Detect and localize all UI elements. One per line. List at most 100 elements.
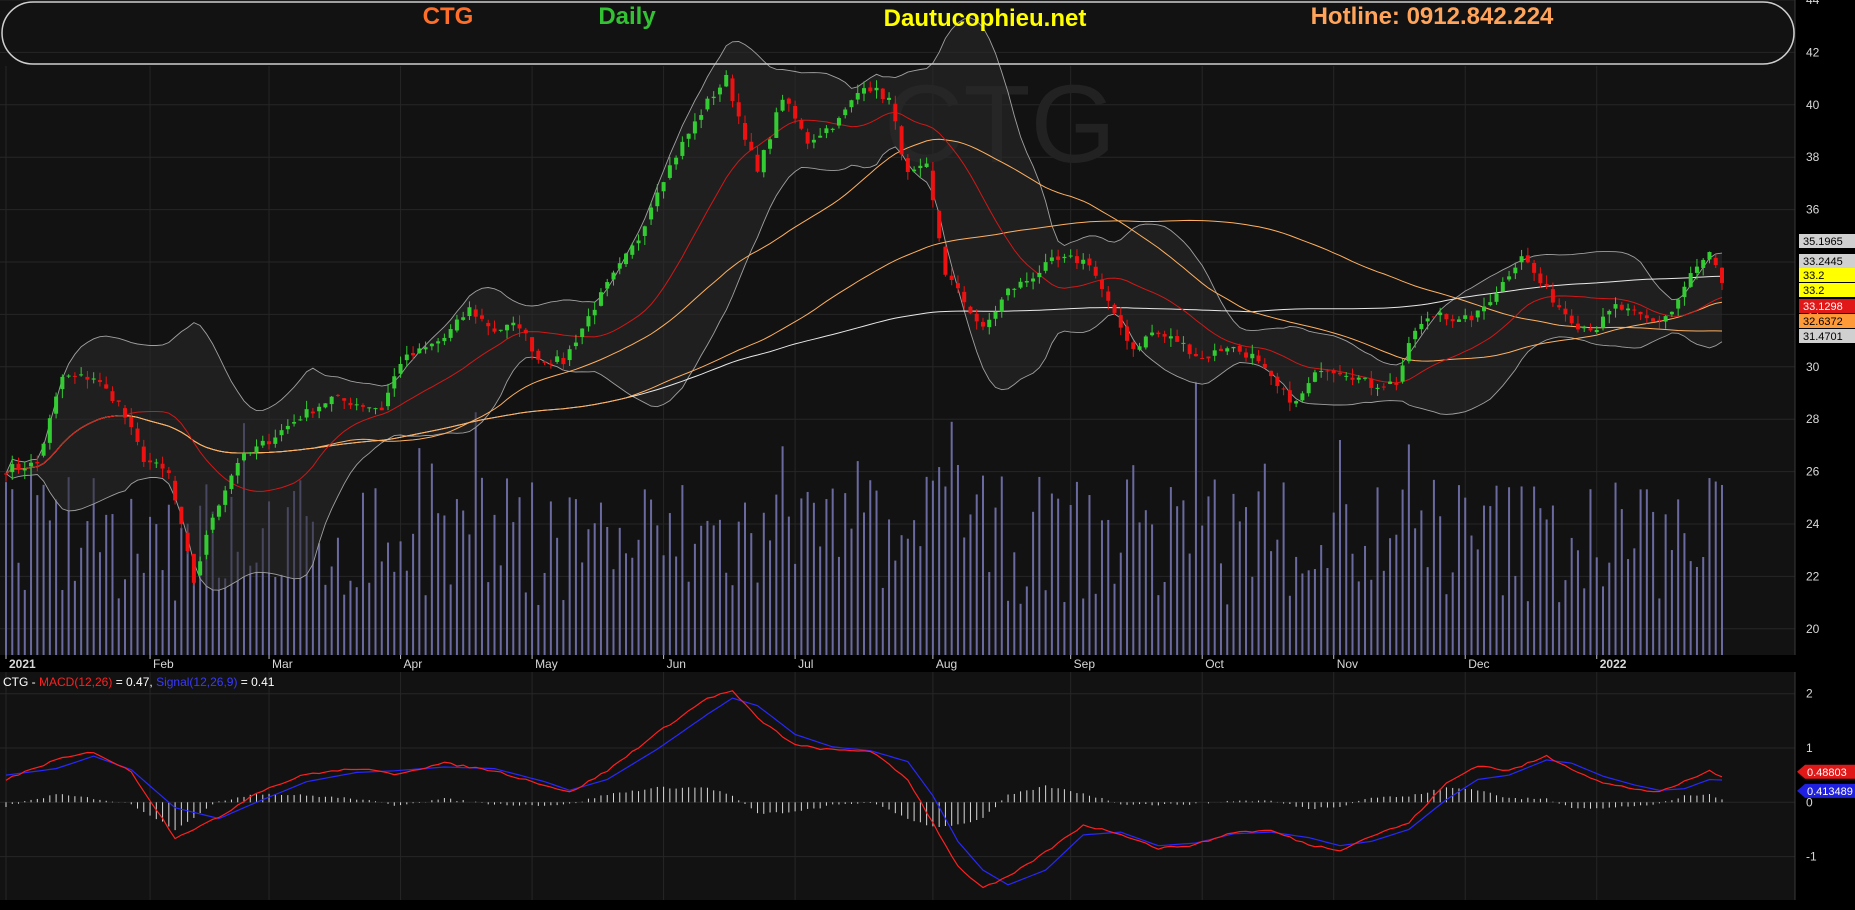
candle-down <box>135 428 140 442</box>
candle-up <box>1312 372 1317 382</box>
volume-bar <box>643 489 646 655</box>
candle-down <box>793 105 798 119</box>
volume-bar <box>1132 465 1135 655</box>
candle-up <box>41 443 46 456</box>
volume-bar <box>650 499 653 655</box>
volume-bar <box>1082 598 1085 655</box>
volume-bar <box>1702 557 1705 655</box>
candle-up <box>843 109 848 116</box>
volume-bar <box>1075 481 1078 655</box>
volume-bar <box>906 538 909 655</box>
candle-up <box>1037 272 1042 278</box>
candle-down <box>1619 304 1624 310</box>
volume-bar <box>149 516 152 655</box>
volume-bar <box>850 528 853 655</box>
candle-up <box>1018 281 1023 288</box>
candle-up <box>317 406 322 412</box>
candle-up <box>1212 350 1217 356</box>
price-axis-tick: 44 <box>1806 0 1820 7</box>
volume-bar <box>361 492 364 655</box>
volume-bar <box>1614 482 1617 655</box>
candle-up <box>511 322 516 326</box>
x-axis-label: Dec <box>1468 657 1489 671</box>
candle-up <box>918 165 923 169</box>
macd-axis-tick: 1 <box>1806 741 1813 755</box>
volume-bar <box>1683 533 1686 655</box>
candle-up <box>1081 259 1086 264</box>
volume-bar <box>387 542 390 655</box>
candle-up <box>1482 306 1487 312</box>
volume-bar <box>1576 550 1579 655</box>
candle-down <box>1125 326 1130 341</box>
volume-bar <box>1407 444 1410 655</box>
candle-up <box>999 299 1004 312</box>
candle-up <box>924 163 929 168</box>
volume-bar <box>430 463 433 655</box>
volume-bar <box>531 482 534 655</box>
candle-up <box>598 292 603 306</box>
volume-bar <box>794 563 797 655</box>
candle-down <box>1237 345 1242 352</box>
volume-bar <box>336 537 339 655</box>
volume-bar <box>512 522 515 655</box>
volume-bar <box>1489 506 1492 655</box>
candle-up <box>498 329 503 331</box>
volume-bar <box>543 572 546 655</box>
x-axis-label: Oct <box>1205 657 1224 671</box>
volume-bar <box>17 562 20 655</box>
volume-bar <box>675 556 678 655</box>
volume-bar <box>1420 510 1423 655</box>
candle-up <box>655 192 660 207</box>
volume-bar <box>1589 489 1592 655</box>
candle-up <box>260 440 265 446</box>
candle-up <box>1507 276 1512 280</box>
volume-bar <box>1677 499 1680 655</box>
candle-up <box>624 253 629 265</box>
volume-bar <box>1426 567 1429 655</box>
volume-bar <box>894 560 897 655</box>
candle-up <box>285 425 290 430</box>
volume-bar <box>812 502 815 655</box>
candle-down <box>97 380 102 382</box>
candle-down <box>85 376 90 380</box>
volume-bar <box>1144 510 1147 655</box>
candle-up <box>417 348 422 354</box>
candle-up <box>680 141 685 156</box>
candle-up <box>1413 330 1418 340</box>
volume-bar <box>1357 581 1360 655</box>
candle-down <box>749 141 754 151</box>
candle-up <box>1024 281 1029 283</box>
volume-bar <box>637 539 640 655</box>
candle-up <box>692 121 697 134</box>
volume-bar <box>1270 551 1273 655</box>
candle-down <box>1588 328 1593 331</box>
volume-bar <box>518 497 521 655</box>
volume-bar <box>1627 559 1630 655</box>
macd-tag-label: 0.413489 <box>1807 786 1853 798</box>
volume-bar <box>856 461 859 655</box>
volume-bar <box>318 543 321 655</box>
volume-bar <box>950 421 953 655</box>
candle-up <box>254 446 259 453</box>
macd-legend-signal-label: Signal(12,26,9) <box>156 675 237 689</box>
volume-bar <box>825 499 828 655</box>
candle-down <box>1713 257 1718 266</box>
volume-bar <box>1151 524 1154 655</box>
volume-bar <box>437 513 440 655</box>
candle-up <box>1043 262 1048 271</box>
candle-down <box>1099 279 1104 289</box>
volume-bar <box>1295 556 1298 655</box>
volume-bar <box>568 497 571 655</box>
candle-up <box>705 98 710 110</box>
candle-up <box>198 561 203 576</box>
volume-bar <box>931 480 934 655</box>
candle-up <box>1594 329 1599 333</box>
volume-bar <box>1007 600 1010 655</box>
candle-down <box>523 329 528 334</box>
candle-down <box>1131 342 1136 349</box>
price-axis-tick: 28 <box>1806 412 1820 426</box>
candle-up <box>1519 256 1524 263</box>
volume-bar <box>1232 493 1235 655</box>
volume-bar <box>737 521 740 655</box>
candle-up <box>649 207 654 220</box>
